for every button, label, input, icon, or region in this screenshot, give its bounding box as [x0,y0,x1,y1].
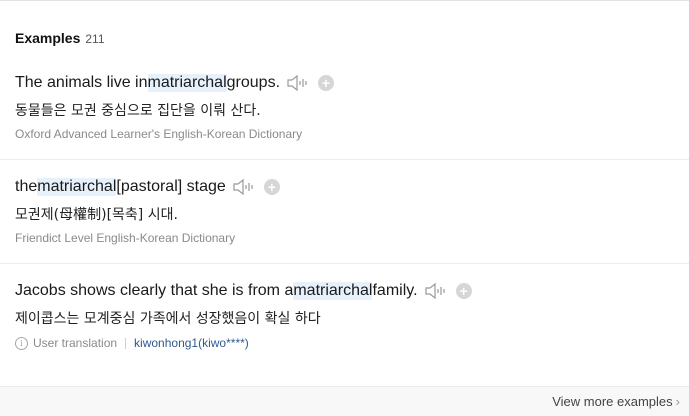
plus-icon[interactable]: + [318,75,335,91]
view-more-label: View more examples [552,394,673,409]
example-text: the [15,178,38,195]
example-sentence: The animals live in matriarchal groups. … [15,72,335,94]
example-keyword: matriarchal [147,74,227,92]
example-sentence: Jacobs shows clearly that she is from a … [15,280,472,302]
example-translation: 제이콥스는 모계중심 가족에서 성장했음이 확실 하다 [15,311,321,327]
example-sentence: the matriarchal [pastoral] stage + [15,176,280,198]
plus-icon[interactable]: + [455,283,472,299]
speaker-icon[interactable] [424,281,448,301]
examples-count: 211 [85,32,105,46]
speaker-icon[interactable] [232,177,256,197]
chevron-right-icon: › [675,394,680,409]
plus-icon[interactable]: + [263,179,280,195]
example-translation: 동물들은 모권 중심으로 집단을 이뤄 산다. [15,103,261,119]
top-border [0,0,689,1]
examples-title: Examples [15,30,81,46]
example-source[interactable]: Oxford Advanced Learner's English-Korean… [15,127,302,141]
speaker-icon[interactable] [286,73,310,93]
examples-header: Examples 211 [15,30,105,46]
example-text: family. [372,282,418,299]
example-text: groups. [226,74,281,91]
separator [125,337,127,349]
divider [0,263,689,264]
example-translation: 모권제(母權制)[목축] 시대. [15,207,178,223]
user-name-link[interactable]: kiwonhong1(kiwo****) [134,336,249,350]
example-source[interactable]: Friendict Level English-Korean Dictionar… [15,231,235,245]
user-translation-line: i User translation kiwonhong1(kiwo****) [15,336,249,350]
footer: View more examples › [0,386,689,416]
example-keyword: matriarchal [37,178,117,196]
example-text: The animals live in [15,74,148,91]
info-icon[interactable]: i [15,336,28,350]
view-more-examples-link[interactable]: View more examples › [552,394,680,409]
example-keyword: matriarchal [293,282,373,300]
divider [0,159,689,160]
user-translation-label: User translation [33,336,118,350]
example-text: Jacobs shows clearly that she is from a [15,282,294,299]
example-text: [pastoral] stage [116,178,226,195]
